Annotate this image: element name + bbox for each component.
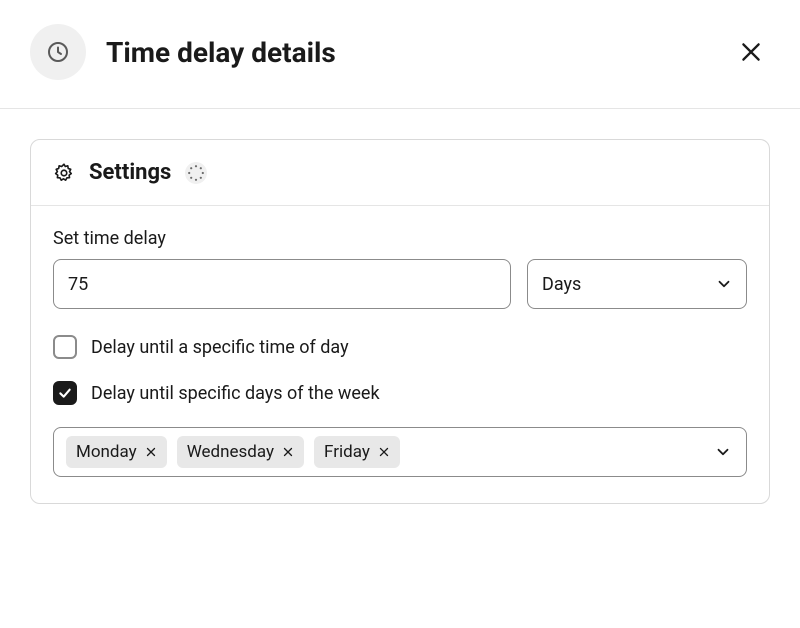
checkbox-time-of-day[interactable] xyxy=(53,335,77,359)
option-time-of-day: Delay until a specific time of day xyxy=(53,335,747,359)
loading-indicator-icon xyxy=(185,162,207,184)
delay-unit-select[interactable]: Days xyxy=(527,259,747,309)
chevron-down-icon xyxy=(714,443,732,461)
day-tag: Wednesday xyxy=(177,436,304,468)
delay-unit-select-wrap: Days xyxy=(527,259,747,309)
checkbox-days-of-week[interactable] xyxy=(53,381,77,405)
remove-tag-button[interactable] xyxy=(378,446,390,458)
dialog-title: Time delay details xyxy=(106,36,712,69)
settings-title: Settings xyxy=(89,160,171,185)
day-tag-label: Monday xyxy=(76,442,137,462)
remove-tag-button[interactable] xyxy=(282,446,294,458)
close-icon xyxy=(378,446,390,458)
option-days-of-week-label: Delay until specific days of the week xyxy=(91,383,380,404)
settings-card-header: Settings xyxy=(31,140,769,206)
close-button[interactable] xyxy=(732,33,770,71)
option-days-of-week: Delay until specific days of the week xyxy=(53,381,747,405)
day-tag-label: Friday xyxy=(324,442,370,462)
close-icon xyxy=(282,446,294,458)
dialog-body: Settings Set time delay xyxy=(0,109,800,504)
day-tag: Monday xyxy=(66,436,167,468)
settings-card-body: Set time delay Days Delay until a specif… xyxy=(31,206,769,503)
clock-icon xyxy=(46,40,70,64)
close-icon xyxy=(738,39,764,65)
close-icon xyxy=(145,446,157,458)
days-multiselect[interactable]: Monday Wednesday Friday xyxy=(53,427,747,477)
day-tag-label: Wednesday xyxy=(187,442,274,462)
clock-icon-badge xyxy=(30,24,86,80)
delay-field-label: Set time delay xyxy=(53,228,747,249)
dialog-header: Time delay details xyxy=(0,0,800,109)
settings-card: Settings Set time delay xyxy=(30,139,770,504)
remove-tag-button[interactable] xyxy=(145,446,157,458)
days-dropdown-toggle[interactable] xyxy=(714,443,732,461)
gear-icon xyxy=(53,162,75,184)
option-time-of-day-label: Delay until a specific time of day xyxy=(91,337,349,358)
check-icon xyxy=(57,385,73,401)
delay-input-row: Days xyxy=(53,259,747,309)
delay-value-input[interactable] xyxy=(53,259,511,309)
day-tag: Friday xyxy=(314,436,400,468)
delay-unit-selected: Days xyxy=(542,274,581,295)
